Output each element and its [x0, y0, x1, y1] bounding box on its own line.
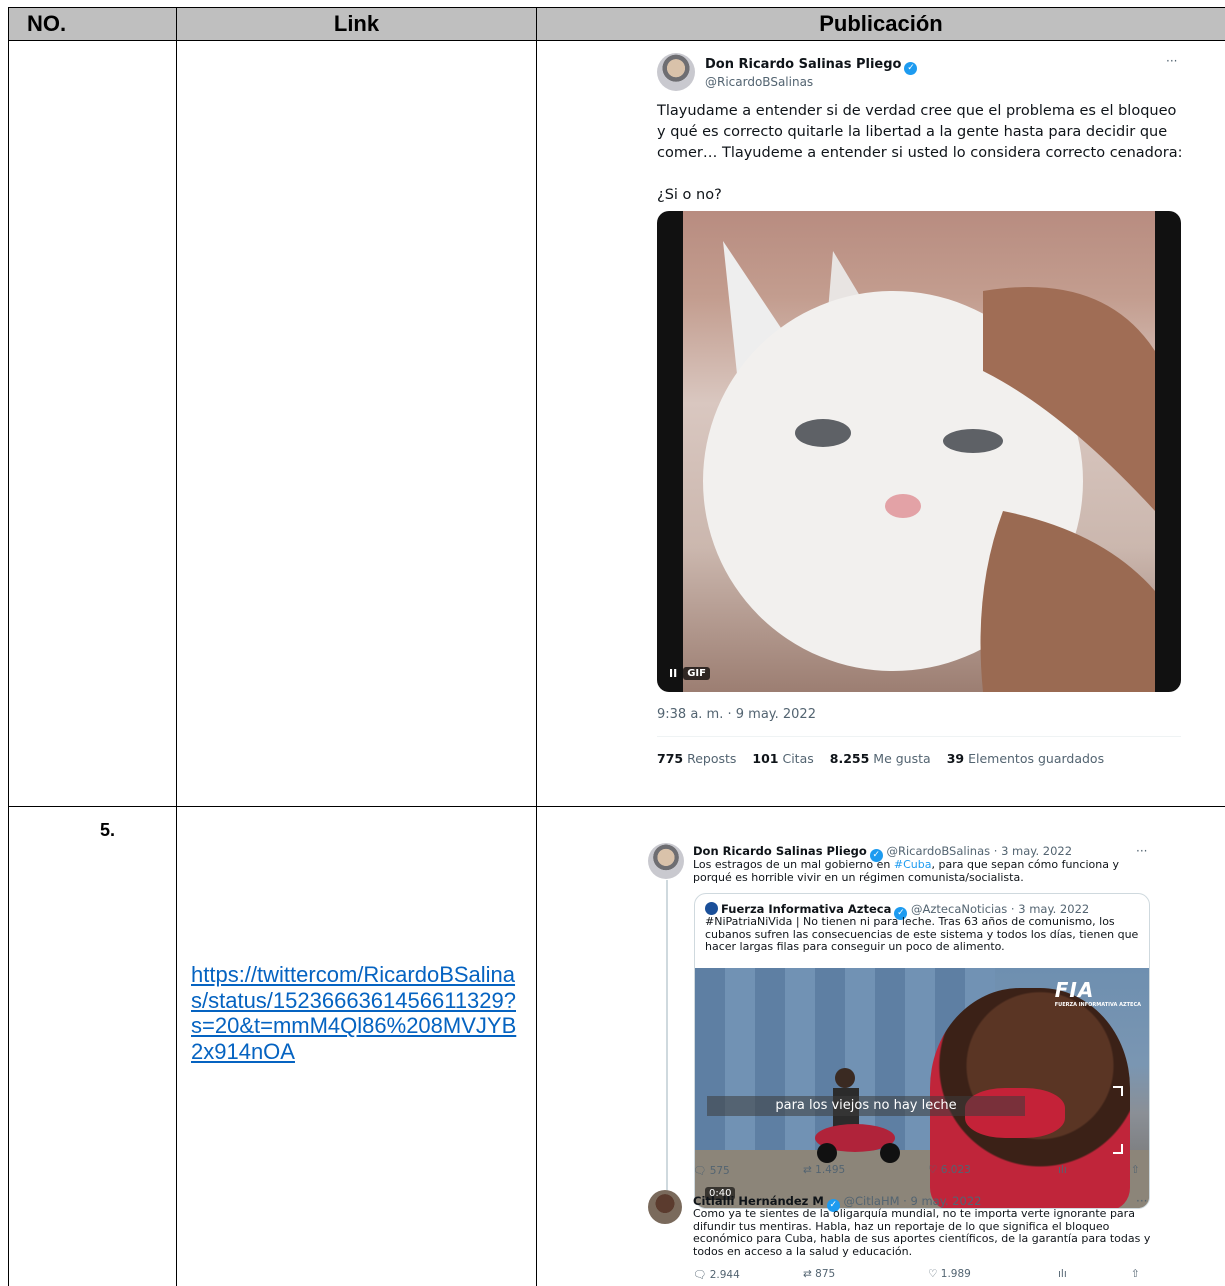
quoted-author-meta: @AztecaNoticias · 3 may. 2022 — [911, 902, 1090, 916]
avatar — [648, 843, 684, 879]
share-icon[interactable]: ⇧ — [1131, 1164, 1140, 1176]
repost-icon: ⇄ — [803, 1268, 812, 1280]
avatar — [648, 1190, 682, 1224]
table-left-border — [8, 7, 9, 1286]
quoted-tweet[interactable]: Fuerza Informativa Azteca ✓ @AztecaNotici… — [694, 893, 1150, 1209]
share-icon[interactable]: ⇧ — [1131, 1268, 1140, 1280]
author-name: Don Ricardo Salinas Pliego — [693, 844, 867, 858]
reply-icon: 🗨 — [693, 1165, 707, 1177]
tweet-text: Tlayudame a entender si de verdad cree q… — [657, 101, 1187, 206]
like-icon: ♡ — [928, 1164, 938, 1176]
repost-icon: ⇄ — [803, 1164, 812, 1176]
tweet-screenshot-1: Don Ricardo Salinas Pliego ✓ @RicardoBSal… — [647, 44, 1192, 804]
verified-badge-icon: ✓ — [904, 62, 918, 75]
divider — [657, 736, 1181, 737]
reply-author-meta: @CitlaHM · 9 may. 2022 — [843, 1194, 982, 1208]
like-action[interactable]: ♡ 6.023 — [928, 1164, 971, 1176]
like-icon: ♡ — [928, 1268, 938, 1280]
stat-likes[interactable]: 8.255 Me gusta — [830, 751, 931, 766]
more-options-icon[interactable]: ··· — [1136, 844, 1147, 858]
header-cell-link: Link — [177, 8, 536, 40]
tweet-text-paragraph-2: ¿Si o no? — [657, 187, 722, 203]
avatar — [657, 53, 695, 91]
author-name: Don Ricardo Salinas Pliego — [705, 57, 902, 72]
repost-action[interactable]: ⇄ 875 — [803, 1268, 835, 1280]
video-caption: para los viejos no hay leche — [707, 1096, 1025, 1116]
quoted-tweet-text: #NiPatriaNiVida | No tienen ni para lech… — [705, 915, 1139, 953]
more-options-icon[interactable]: ··· — [1166, 54, 1177, 68]
author-meta: @RicardoBSalinas · 3 may. 2022 — [886, 844, 1073, 858]
header-link: Link — [333, 11, 380, 36]
reply-actions: 🗨 2.944 ⇄ 875 ♡ 1.989 ılı ⇧ — [693, 1268, 1148, 1282]
corner-bracket-icon — [1113, 1086, 1123, 1096]
row-number: 5. — [100, 820, 116, 840]
table-col-divider-2 — [536, 7, 537, 1286]
tweet-gif-media[interactable]: II GIF — [657, 211, 1181, 692]
header-cell-publicacion: Publicación — [537, 8, 1225, 40]
reply-author-name: Citlalli Hernández M — [693, 1194, 824, 1208]
views-icon[interactable]: ılı — [1058, 1268, 1067, 1280]
fia-watermark: FIA FUERZA INFORMATIVA AZTECA — [1054, 978, 1141, 1008]
reply-text: Como ya te sientes de la oligarquía mund… — [693, 1207, 1151, 1258]
tweet-link[interactable]: https://twittercom/RicardoBSalinas/statu… — [191, 962, 521, 1064]
table-row-divider — [8, 806, 1225, 807]
header-publicacion: Publicación — [819, 11, 943, 36]
stat-citas[interactable]: 101 Citas — [752, 751, 813, 766]
thread-line — [666, 880, 668, 1200]
pause-icon[interactable]: II — [669, 667, 677, 680]
gif-controls: II GIF — [669, 667, 710, 680]
tweet-stats: 775 Reposts 101 Citas 8.255 Me gusta 39 … — [657, 751, 1104, 766]
cat-image — [683, 211, 1155, 692]
like-action[interactable]: ♡ 1.989 — [928, 1268, 971, 1280]
more-options-icon[interactable]: ··· — [1136, 1194, 1147, 1208]
tweet-actions: 🗨 575 ⇄ 1.495 ♡ 6.023 ılı ⇧ — [693, 1164, 1148, 1178]
quoted-author-name: Fuerza Informativa Azteca — [721, 902, 892, 916]
repost-action[interactable]: ⇄ 1.495 — [803, 1164, 845, 1176]
header-cell-no: NO. — [9, 8, 176, 40]
header-no: NO. — [27, 11, 67, 36]
table-col-divider-1 — [176, 7, 177, 1286]
hashtag-link[interactable]: #Cuba — [894, 858, 932, 871]
tweet-text: Los estragos de un mal gobierno en #Cuba… — [693, 858, 1119, 884]
reply-action[interactable]: 🗨 2.944 — [693, 1268, 740, 1281]
views-icon[interactable]: ılı — [1058, 1164, 1067, 1176]
fia-logo-icon — [705, 902, 718, 915]
stat-saved[interactable]: 39 Elementos guardados — [947, 751, 1104, 766]
tweet-timestamp[interactable]: 9:38 a. m. · 9 may. 2022 — [657, 707, 816, 722]
cat-illustration — [703, 241, 1155, 692]
author-handle: @RicardoBSalinas — [705, 75, 814, 89]
reply-action[interactable]: 🗨 575 — [693, 1164, 730, 1177]
gif-badge: GIF — [683, 667, 710, 680]
reply-icon: 🗨 — [693, 1269, 707, 1281]
tweet-text-paragraph-1: Tlayudame a entender si de verdad cree q… — [657, 103, 1183, 161]
stat-reposts[interactable]: 775 Reposts — [657, 751, 736, 766]
corner-bracket-icon — [1113, 1144, 1123, 1154]
tweet-screenshot-2: Don Ricardo Salinas Pliego ✓ @RicardoBSal… — [648, 840, 1163, 1285]
table-header-bottom-border — [8, 40, 1225, 41]
tweet-author: Don Ricardo Salinas Pliego ✓ @RicardoBSal… — [705, 53, 918, 89]
